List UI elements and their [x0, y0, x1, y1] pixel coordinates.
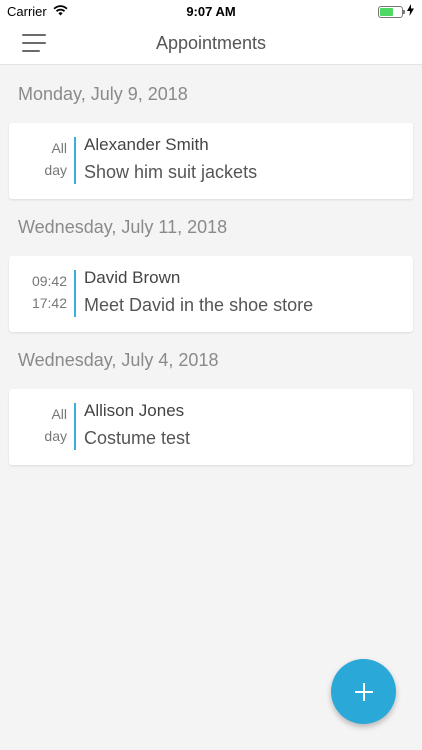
app-screen: Carrier 9:07 AM Appointments Monday, Jul…: [0, 0, 422, 750]
appointment-description: Costume test: [84, 428, 191, 448]
status-time: 9:07 AM: [186, 4, 236, 19]
appointment-time: All day: [9, 403, 67, 447]
charging-bolt-icon: [407, 4, 414, 19]
appointment-card[interactable]: All day Allison Jones Costume test: [9, 389, 413, 465]
appointment-divider: [74, 137, 76, 184]
add-appointment-button[interactable]: [331, 659, 396, 724]
plus-icon: [354, 682, 373, 701]
date-header: Wednesday, July 4, 2018: [18, 350, 219, 370]
status-bar: Carrier 9:07 AM: [0, 0, 422, 22]
appointment-divider: [74, 403, 76, 450]
date-header: Wednesday, July 11, 2018: [18, 217, 228, 237]
appointment-time-line1: 09:42: [31, 273, 67, 289]
appointments-list: Monday, July 9, 2018 All day Alexander S…: [0, 66, 422, 465]
battery-level: [380, 7, 393, 16]
appointment-client-name: David Brown: [84, 268, 181, 287]
appointment-time-line2: 17:42: [31, 295, 67, 311]
appointment-client-name: Alexander Smith: [84, 135, 209, 154]
appointment-time-line1: All: [51, 140, 67, 156]
appointment-client-name: Allison Jones: [84, 401, 185, 420]
appointment-card[interactable]: All day Alexander Smith Show him suit ja…: [9, 123, 413, 199]
appointment-time-line2: day: [44, 162, 67, 178]
page-title: Appointments: [155, 33, 267, 53]
appointment-card[interactable]: 09:42 17:42 David Brown Meet David in th…: [9, 256, 413, 332]
appointment-time: All day: [9, 137, 67, 181]
appointment-description: Meet David in the shoe store: [84, 295, 314, 315]
appointment-time: 09:42 17:42: [9, 270, 67, 314]
appointment-time-line2: day: [44, 428, 67, 444]
appointment-time-line1: All: [51, 406, 67, 422]
date-header: Monday, July 9, 2018: [18, 84, 188, 104]
status-right: [378, 4, 414, 19]
appointment-divider: [74, 270, 76, 317]
battery-icon: [378, 5, 405, 18]
nav-bar: Appointments: [0, 22, 422, 65]
appointment-description: Show him suit jackets: [84, 162, 258, 182]
